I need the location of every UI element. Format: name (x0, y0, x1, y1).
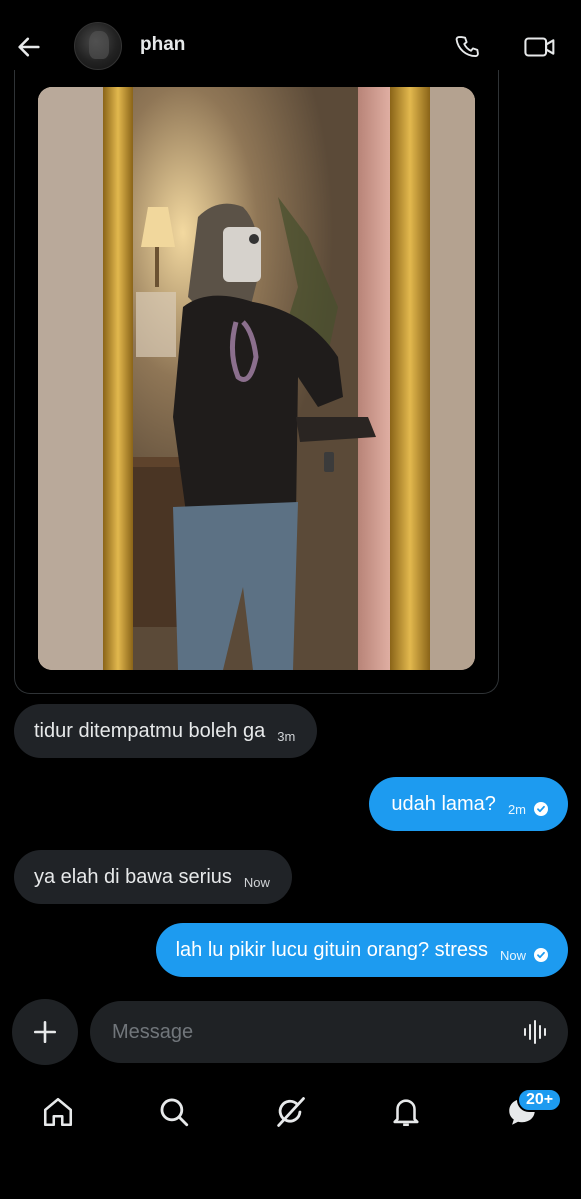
voice-message-button[interactable] (522, 1018, 550, 1046)
call-button[interactable] (450, 29, 486, 65)
voice-wave-icon (524, 1020, 546, 1044)
read-check-icon (534, 948, 548, 962)
contact-name[interactable]: phan (140, 34, 185, 56)
message-text: ya elah di bawa serius (34, 865, 232, 888)
message-incoming[interactable]: ya elah di bawa serius Now (14, 850, 292, 904)
message-timestamp: 2m (507, 801, 526, 817)
message-text: lah lu pikir lucu gituin orang? stress (175, 938, 488, 961)
plus-icon (33, 1020, 57, 1044)
shared-photo[interactable] (38, 87, 475, 670)
mirror-selfie-image (38, 87, 475, 670)
back-button[interactable] (12, 30, 46, 64)
nav-search[interactable] (152, 1090, 196, 1134)
read-check-icon (534, 802, 548, 816)
message-input[interactable] (112, 1001, 512, 1063)
grok-icon (277, 1097, 305, 1127)
message-incoming[interactable]: tidur ditempatmu boleh ga 3m (14, 704, 318, 758)
nav-home[interactable] (36, 1090, 80, 1134)
message-text: tidur ditempatmu boleh ga (34, 719, 266, 742)
message-text: udah lama? (391, 792, 496, 815)
messages-count-badge: 20+ (517, 1088, 563, 1112)
video-camera-icon (524, 37, 555, 57)
message-outgoing[interactable]: udah lama? 2m (369, 777, 568, 831)
message-timestamp: 3m (277, 728, 296, 744)
nav-grok[interactable] (268, 1090, 312, 1134)
nav-notifications[interactable] (384, 1090, 428, 1134)
notifications-icon (393, 1099, 419, 1127)
message-timestamp: Now (499, 947, 526, 963)
message-composer (90, 1001, 568, 1063)
avatar[interactable] (74, 22, 122, 70)
message-timestamp: Now (243, 874, 270, 890)
bottom-navigation (0, 1080, 581, 1145)
phone-icon (455, 36, 479, 58)
search-icon (160, 1098, 189, 1127)
video-call-button[interactable] (520, 29, 560, 65)
add-attachment-button[interactable] (12, 999, 78, 1065)
home-icon (43, 1097, 73, 1127)
message-outgoing[interactable]: lah lu pikir lucu gituin orang? stress N… (155, 923, 568, 977)
arrow-left-icon (18, 37, 40, 57)
